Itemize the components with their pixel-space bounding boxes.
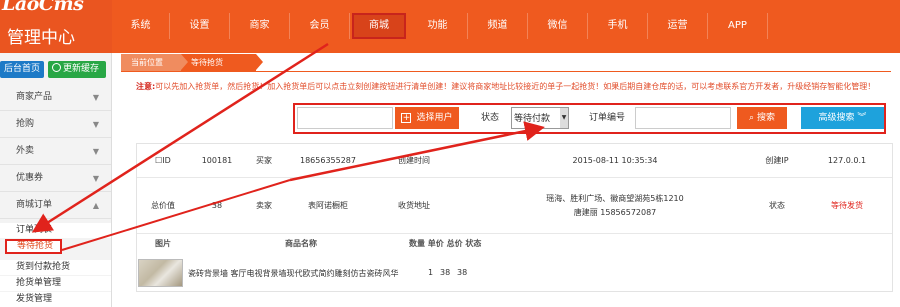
home-button[interactable]: 后台首页 — [0, 61, 44, 78]
top-header: LaoCms 管理中心 系统 设置 商家 会员 商城 功能 频道 微信 手机 运… — [0, 0, 900, 53]
nav-wechat[interactable]: 微信 — [528, 13, 588, 39]
search-icon: ⌕ — [749, 113, 757, 123]
update-cache-button[interactable]: 更新缓存 — [48, 61, 106, 78]
nav-system[interactable]: 系统 — [112, 13, 170, 39]
breadcrumb-current-label: 当前位置 — [121, 54, 188, 71]
order-no-label: 订单编号 — [589, 113, 626, 123]
product-qty: 1 — [428, 268, 434, 277]
checkbox[interactable]: ☐ — [155, 156, 162, 165]
select-user-button[interactable]: + 选择用户 — [395, 107, 459, 129]
chevron-down-icon: ▼ — [92, 93, 99, 102]
submenu-pickup-manage[interactable]: 抢货单管理 — [0, 276, 111, 291]
ip-label: 创建IP — [765, 156, 789, 165]
chevron-down-icon: ▼ — [92, 147, 99, 156]
status-select-value: 等待付款 — [514, 114, 551, 124]
buyer-phone: 18656355287 — [300, 156, 356, 165]
select-user-label: 选择用户 — [416, 113, 453, 123]
nav-merchant[interactable]: 商家 — [230, 13, 290, 39]
notice-label: 注意: — [136, 82, 156, 91]
nav-mall[interactable]: 商城 — [352, 13, 406, 39]
order-row-2: 总价值 38 卖家 表阿诺橱柜 收货地址 瑶海、胜利广场、徽商望湖苑5栋1210… — [137, 178, 892, 234]
product-name[interactable]: 瓷砖背景墙 客厅电视背景墙现代欧式简约雕刻仿古瓷砖风华 — [188, 268, 399, 279]
goods-row: 瓷砖背景墙 客厅电视背景墙现代欧式简约雕刻仿古瓷砖风华 1 38 38 — [137, 256, 892, 291]
logo: LaoCms 管理中心 — [0, 0, 112, 53]
order-state: 等待发货 — [831, 201, 863, 210]
submenu-cod-pickup[interactable]: 货到付款抢货 — [0, 260, 111, 275]
order-no-input[interactable] — [635, 107, 731, 129]
menu-label: 抢购 — [16, 119, 35, 129]
state-label: 状态 — [769, 201, 785, 210]
notice-text: 可以先加入抢货单，然后抢货！加入抢货单后可以点击立刻创建按钮进行清单创建！建议将… — [155, 82, 876, 91]
submenu-order-list[interactable]: 订单列表 — [0, 223, 111, 238]
menu-flash-sale[interactable]: 抢购 ▼ — [0, 111, 111, 138]
nav-operations[interactable]: 运营 — [648, 13, 708, 39]
goods-header-name: 商品名称 — [285, 239, 317, 248]
chevron-down-icon: ▼ — [92, 174, 99, 183]
status-label: 状态 — [481, 113, 500, 123]
nav-settings[interactable]: 设置 — [170, 13, 230, 39]
nav-app[interactable]: APP — [708, 13, 768, 39]
sidebar: 后台首页 更新缓存 商家产品 ▼ 抢购 ▼ 外卖 ▼ 优惠券 ▼ 商城订单 ▲ 订单列表 … — [0, 53, 112, 307]
refresh-icon — [52, 63, 61, 72]
nav-channels[interactable]: 频道 — [468, 13, 528, 39]
menu-label: 商家产品 — [16, 92, 53, 102]
menu-coupons[interactable]: 优惠券 ▼ — [0, 165, 111, 192]
brand-logo: LaoCms — [2, 0, 84, 15]
nav-functions[interactable]: 功能 — [408, 13, 468, 39]
menu-takeout[interactable]: 外卖 ▼ — [0, 138, 111, 165]
submenu-waiting-pickup[interactable]: 等待抢货 — [5, 239, 62, 254]
menu-label: 商城订单 — [16, 200, 53, 210]
status-select[interactable]: 等待付款 ▼ — [511, 107, 569, 129]
main-nav: 系统 设置 商家 会员 商城 功能 频道 微信 手机 运营 APP — [112, 0, 900, 53]
created-ip: 127.0.0.1 — [827, 156, 867, 165]
chevron-down-icon: ▼ — [92, 120, 99, 129]
id-label: ID — [162, 156, 171, 165]
plus-icon: + — [401, 113, 412, 123]
goods-header: 图片 商品名称 数量 单价 总价 状态 — [137, 234, 892, 256]
menu-merchant-products[interactable]: 商家产品 ▼ — [0, 84, 111, 111]
buyer-label: 买家 — [256, 156, 272, 165]
submenu-shipping-manage[interactable]: 发货管理 — [0, 292, 111, 307]
address-line: 瑶海、胜利广场、徽商望湖苑5栋1210 — [546, 193, 684, 203]
product-thumbnail[interactable] — [138, 259, 183, 287]
notice: 注意:可以先加入抢货单，然后抢货！加入抢货单后可以点击立刻创建按钮进行清单创建！… — [136, 79, 893, 94]
advanced-search-button[interactable]: 高级搜索 ︾ — [801, 107, 884, 129]
total-value: 38 — [211, 201, 223, 210]
order-id: 100181 — [201, 156, 233, 165]
breadcrumb-page[interactable]: 等待抢货 — [181, 54, 263, 71]
total-label: 总价值 — [151, 201, 175, 210]
product-price: 38 — [440, 268, 451, 277]
order-card: ☐ ID 100181 买家 18656355287 创建时间 2015-08-… — [136, 143, 893, 292]
breadcrumb-divider — [121, 71, 891, 72]
seller-label: 卖家 — [256, 201, 272, 210]
select-checkbox-cell[interactable]: ☐ ID — [145, 144, 181, 177]
nav-member[interactable]: 会员 — [290, 13, 350, 39]
product-total: 38 — [457, 268, 468, 277]
dropdown-arrow-icon: ▼ — [560, 108, 568, 128]
recipient-line: 唐建丽 15856572087 — [573, 207, 657, 217]
goods-header-qty-price: 数量 单价 总价 状态 — [409, 239, 482, 248]
goods-header-image: 图片 — [155, 239, 171, 248]
advanced-search-label: 高级搜索 — [818, 113, 855, 123]
seller-name: 表阿诺橱柜 — [308, 201, 348, 210]
update-cache-label: 更新缓存 — [63, 64, 100, 74]
order-row-1: ☐ ID 100181 买家 18656355287 创建时间 2015-08-… — [137, 144, 892, 178]
double-chevron-down-icon: ︾ — [854, 113, 867, 123]
created-label: 创建时间 — [398, 156, 430, 165]
menu-mall-orders[interactable]: 商城订单 ▲ — [0, 192, 111, 219]
menu-label: 优惠券 — [16, 173, 44, 183]
chevron-up-icon: ▲ — [92, 201, 99, 210]
search-button[interactable]: ⌕ 搜索 — [737, 107, 787, 129]
search-label: 搜索 — [756, 113, 775, 123]
created-at: 2015-08-11 10:35:34 — [572, 156, 658, 165]
search-bar: + 选择用户 状态 等待付款 ▼ 订单编号 ⌕ 搜索 高级搜索 ︾ — [293, 103, 886, 134]
nav-mobile[interactable]: 手机 — [588, 13, 648, 39]
shipping-address: 瑶海、胜利广场、徽商望湖苑5栋1210 唐建丽 15856572087 — [455, 178, 775, 233]
user-input[interactable] — [297, 107, 393, 129]
app-title: 管理中心 — [7, 28, 75, 48]
menu-label: 外卖 — [16, 146, 35, 156]
address-label: 收货地址 — [398, 201, 430, 210]
